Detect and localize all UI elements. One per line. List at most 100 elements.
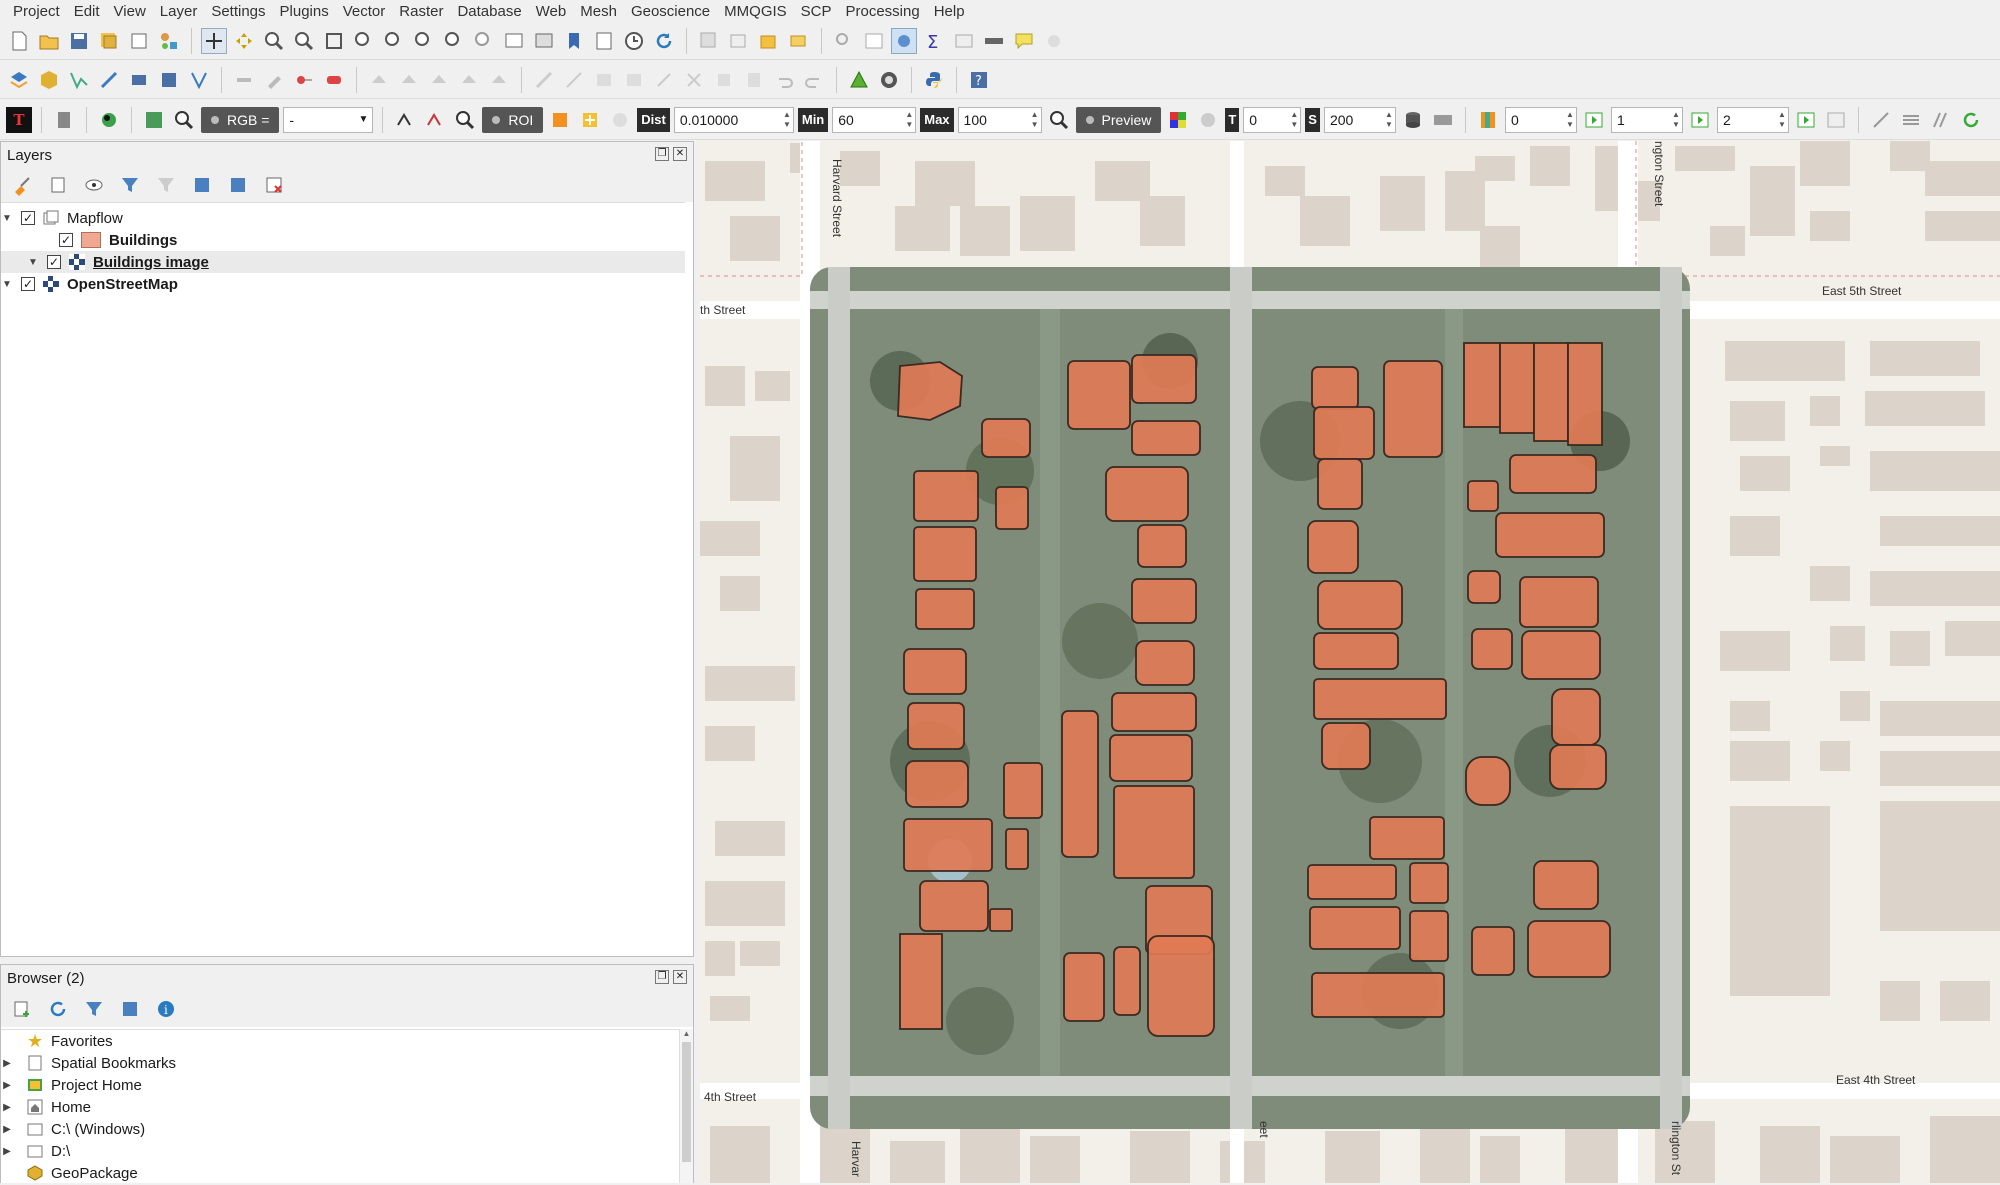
label-pin-icon[interactable] (1898, 107, 1924, 133)
menu-mesh[interactable]: Mesh (573, 3, 624, 20)
spinner-icon[interactable]: ▲ ▼ (1778, 110, 1786, 130)
help-icon[interactable]: ? (966, 67, 992, 93)
rotate-icon[interactable] (651, 67, 677, 93)
menu-help[interactable]: Help (927, 3, 972, 20)
spinner-icon[interactable]: ▲ ▼ (783, 110, 791, 130)
browser-item-geopackage[interactable]: GeoPackage (1, 1162, 679, 1184)
min-input[interactable]: 60 ▲ ▼ (832, 106, 917, 133)
menu-geoscience[interactable]: Geoscience (624, 3, 717, 20)
layer-checkbox[interactable]: ✓ (47, 255, 61, 269)
offset-icon[interactable] (561, 67, 587, 93)
menu-vector[interactable]: Vector (336, 3, 393, 20)
max-input[interactable]: 100 ▲ ▼ (957, 106, 1042, 133)
kml-icon[interactable] (1430, 107, 1456, 133)
scp-roi-draw-icon[interactable] (392, 107, 418, 133)
zoom-in-icon[interactable] (261, 28, 287, 54)
scp-roi-point-icon[interactable] (547, 107, 573, 133)
grid-toggle-icon[interactable] (1823, 107, 1849, 133)
zoom-next-icon[interactable] (471, 28, 497, 54)
scp-band-set-icon[interactable] (96, 107, 122, 133)
add-group-icon[interactable] (45, 172, 71, 198)
label-rotate-icon[interactable] (1928, 107, 1954, 133)
zoom-preview-icon[interactable] (1046, 107, 1072, 133)
style-panel-icon[interactable] (9, 172, 35, 198)
filter-legend-icon[interactable] (117, 172, 143, 198)
spinner-icon[interactable]: ▲ ▼ (1031, 110, 1039, 130)
expand-arrow-icon[interactable]: ▼ (27, 257, 39, 268)
layer-buildings-image[interactable]: ▼ ✓ Buildings image (1, 251, 685, 273)
scp-roi-redo-icon[interactable] (422, 107, 448, 133)
add-part-icon[interactable] (396, 67, 422, 93)
expand-arrow-icon[interactable]: ▶ (1, 1080, 13, 1091)
menu-layer[interactable]: Layer (153, 3, 205, 20)
layer-checkbox[interactable]: ✓ (59, 233, 73, 247)
scp-input-icon[interactable] (51, 107, 77, 133)
new-memory-layer-icon[interactable] (126, 67, 152, 93)
scroll-up-icon[interactable]: ▲ (680, 1029, 693, 1038)
delete-part-icon[interactable] (486, 67, 512, 93)
split-icon[interactable] (591, 67, 617, 93)
t-input[interactable]: 0 ▲ ▼ (1243, 106, 1302, 133)
remove-layer-icon[interactable] (261, 172, 287, 198)
roi-button[interactable]: ROI (482, 106, 544, 133)
refresh-icon[interactable] (651, 28, 677, 54)
zoom-out-icon[interactable] (291, 28, 317, 54)
layer-checkbox[interactable]: ✓ (21, 277, 35, 291)
georeferencer-icon[interactable] (846, 67, 872, 93)
scp-zoom-input-icon[interactable] (141, 107, 167, 133)
refresh-green-icon[interactable] (1958, 107, 1984, 133)
python-console-icon[interactable] (921, 67, 947, 93)
merge-icon[interactable] (621, 67, 647, 93)
expand-arrow-icon[interactable]: ▶ (1, 1102, 13, 1113)
manage-visibility-icon[interactable] (81, 172, 107, 198)
info-icon[interactable]: i (153, 996, 179, 1022)
statistics-icon[interactable]: Σ (921, 28, 947, 54)
scp-roi-redo-last-icon[interactable] (607, 107, 633, 133)
menu-processing[interactable]: Processing (839, 3, 927, 20)
browser-item-d-drive[interactable]: ▶ D:\ (1, 1140, 679, 1162)
reshape-icon[interactable] (531, 67, 557, 93)
open-project-icon[interactable] (36, 28, 62, 54)
new-spatialite-icon[interactable] (96, 67, 122, 93)
cut-icon[interactable] (681, 67, 707, 93)
band-red-icon[interactable] (1475, 107, 1501, 133)
expand-arrow-icon[interactable]: ▶ (1, 1058, 13, 1069)
menu-scp[interactable]: SCP (794, 3, 839, 20)
style-manager-icon[interactable] (156, 28, 182, 54)
remove-icon[interactable] (321, 67, 347, 93)
menu-web[interactable]: Web (529, 3, 574, 20)
scp-tool-icon[interactable]: T (6, 106, 32, 133)
digitize-icon[interactable] (291, 67, 317, 93)
spinner-icon[interactable]: ▲ ▼ (1672, 110, 1680, 130)
menu-view[interactable]: View (107, 3, 153, 20)
pan-to-selection-icon[interactable] (231, 28, 257, 54)
scp-roi-add-icon[interactable] (577, 107, 603, 133)
collapse-all-icon[interactable] (225, 172, 251, 198)
menu-raster[interactable]: Raster (392, 3, 450, 20)
zoom-full-icon[interactable] (321, 28, 347, 54)
zoom-layer-icon[interactable] (381, 28, 407, 54)
layer-group-mapflow[interactable]: ▼ ✓ Mapflow (1, 207, 685, 229)
label-tool-icon[interactable] (1868, 107, 1894, 133)
float-panel-icon[interactable]: ❐ (655, 147, 669, 161)
browser-item-favorites[interactable]: ★ Favorites (1, 1030, 679, 1052)
map-canvas[interactable]: th Street East 5th Street 4th Street Eas… (700, 141, 2000, 1183)
new-project-icon[interactable] (6, 28, 32, 54)
expand-arrow-icon[interactable]: ▶ (1, 1124, 13, 1135)
float-panel-icon[interactable]: ❐ (655, 970, 669, 984)
menu-database[interactable]: Database (450, 3, 528, 20)
refresh-icon[interactable] (45, 996, 71, 1022)
database-icon[interactable] (1400, 107, 1426, 133)
browser-item-home[interactable]: ▶ Home (1, 1096, 679, 1118)
scrollbar-thumb[interactable] (682, 1042, 691, 1162)
print-layout-icon[interactable] (126, 28, 152, 54)
scp-zoom-preview-icon[interactable] (452, 107, 478, 133)
layer-buildings[interactable]: ✓ Buildings (1, 229, 685, 251)
band-next-icon[interactable] (1581, 107, 1607, 133)
new-vector-tile-icon[interactable] (186, 67, 212, 93)
measure-icon[interactable] (831, 28, 857, 54)
grid-icon[interactable] (951, 28, 977, 54)
scp-dock-icon[interactable] (876, 67, 902, 93)
menu-plugins[interactable]: Plugins (273, 3, 336, 20)
data-source-manager-icon[interactable] (6, 67, 32, 93)
